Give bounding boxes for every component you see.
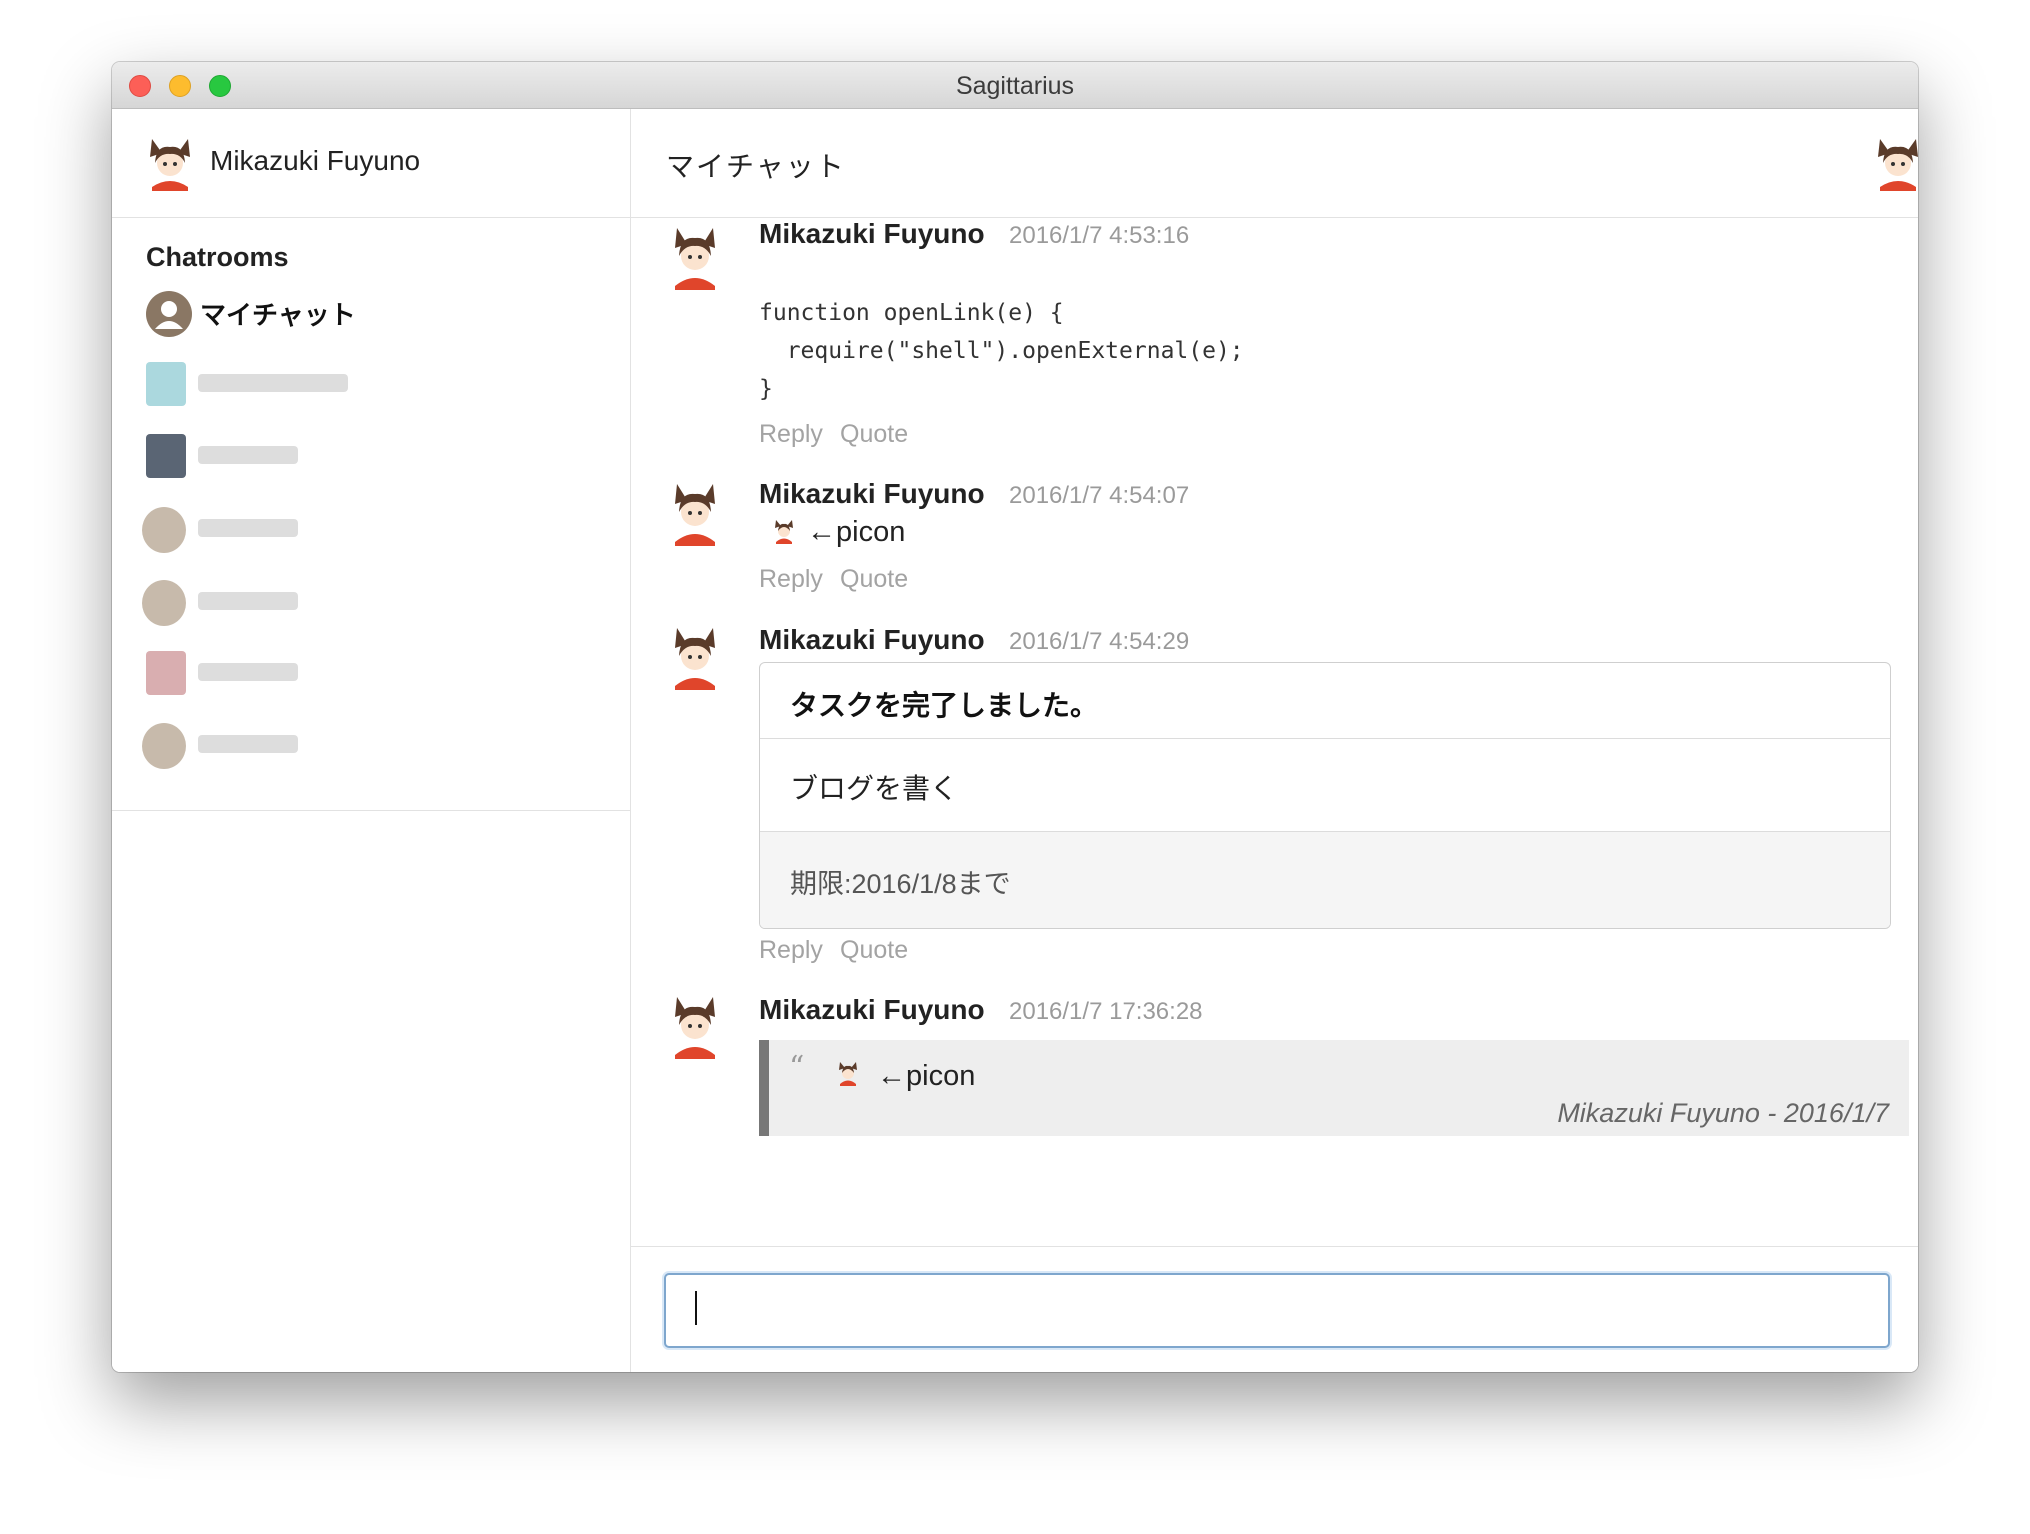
chatroom-item[interactable] — [142, 723, 346, 773]
chatroom-label: マイチャット — [200, 300, 356, 330]
chatroom-item[interactable] — [146, 434, 346, 484]
avatar-icon — [675, 484, 715, 546]
avatar-icon — [146, 362, 186, 406]
code-block: function openLink(e) { require("shell").… — [759, 300, 1244, 402]
task-card-header: タスクを完了しました。 — [760, 663, 1890, 739]
quote-block: “ ←picon Mikazuki Fuyuno - 2016/1/7 — [759, 1040, 1909, 1136]
user-profile[interactable]: Mikazuki Fuyuno — [112, 109, 630, 218]
avatar-icon[interactable] — [1870, 135, 1918, 191]
message-timestamp: 2016/1/7 17:36:28 — [1009, 998, 1203, 1025]
chatroom-item[interactable] — [146, 651, 346, 701]
avatar-icon — [142, 580, 186, 626]
avatar-icon — [675, 628, 715, 690]
quote-text: ←picon — [877, 1060, 976, 1092]
task-deadline: 期限:2016/1/8まで — [790, 869, 1011, 899]
avatar-icon — [675, 228, 715, 290]
blurred-label — [198, 374, 348, 392]
avatar-icon — [142, 507, 186, 553]
sidebar: Mikazuki Fuyuno Chatrooms マイチャット — [112, 109, 631, 1372]
task-card-body: ブログを書く — [760, 739, 1890, 832]
quote-link[interactable]: Quote — [840, 420, 908, 449]
room-title: マイチャット — [666, 151, 846, 182]
avatar-icon — [675, 997, 715, 1059]
message-author: Mikazuki Fuyuno — [759, 478, 985, 509]
blurred-label — [198, 735, 298, 753]
blurred-label — [198, 663, 298, 681]
message-input[interactable] — [664, 1273, 1890, 1348]
app-window: Sagittarius Mikazuki Fuyuno Chatrooms マイ… — [112, 62, 1918, 1372]
window-title: Sagittarius — [955, 72, 1075, 100]
quote-link[interactable]: Quote — [840, 936, 908, 965]
title-bar: Sagittarius — [112, 62, 1918, 109]
text-cursor — [695, 1291, 697, 1325]
message-timestamp: 2016/1/7 4:54:29 — [1009, 628, 1190, 655]
blurred-label — [198, 519, 298, 537]
chatroom-list: マイチャット — [112, 289, 630, 811]
task-description: ブログを書く — [790, 773, 959, 804]
message-author: Mikazuki Fuyuno — [759, 218, 985, 249]
task-card-footer: 期限:2016/1/8まで — [760, 832, 1890, 928]
message-text: ←picon — [807, 516, 906, 548]
reply-link[interactable]: Reply — [759, 936, 823, 965]
message-timestamp: 2016/1/7 4:53:16 — [1009, 222, 1190, 249]
quote-link[interactable]: Quote — [840, 565, 908, 594]
chat-header: マイチャット — [631, 109, 1918, 218]
chat-main: マイチャット Mikazuki Fuyuno 2016/1/7 4:53:16 … — [631, 109, 1918, 1372]
reply-link[interactable]: Reply — [759, 565, 823, 594]
reply-link[interactable]: Reply — [759, 420, 823, 449]
avatar-icon — [146, 651, 186, 695]
chatroom-item[interactable] — [142, 580, 346, 630]
message-author: Mikazuki Fuyuno — [759, 994, 985, 1025]
task-card: タスクを完了しました。 ブログを書く 期限:2016/1/8まで — [759, 662, 1891, 929]
avatar-icon — [150, 139, 190, 191]
avatar-icon — [142, 723, 186, 769]
message-list: Mikazuki Fuyuno 2016/1/7 4:53:16 functio… — [631, 218, 1918, 1246]
quote-mark-icon: “ — [789, 1050, 805, 1085]
chatroom-item[interactable] — [146, 362, 348, 412]
user-silhouette-icon — [146, 291, 192, 337]
message-author: Mikazuki Fuyuno — [759, 624, 985, 655]
avatar-icon — [146, 434, 186, 478]
chatrooms-heading: Chatrooms — [146, 242, 289, 272]
chatroom-item-active[interactable]: マイチャット — [146, 289, 406, 339]
blurred-label — [198, 592, 298, 610]
user-name: Mikazuki Fuyuno — [210, 145, 421, 176]
picon-icon — [775, 520, 793, 544]
task-title: タスクを完了しました。 — [790, 690, 1099, 721]
chatroom-item[interactable] — [142, 507, 346, 557]
message-timestamp: 2016/1/7 4:54:07 — [1009, 482, 1190, 509]
picon-icon — [839, 1062, 857, 1086]
quote-citation: Mikazuki Fuyuno - 2016/1/7 — [1557, 1098, 1889, 1128]
message-composer — [631, 1246, 1918, 1372]
blurred-label — [198, 446, 298, 464]
